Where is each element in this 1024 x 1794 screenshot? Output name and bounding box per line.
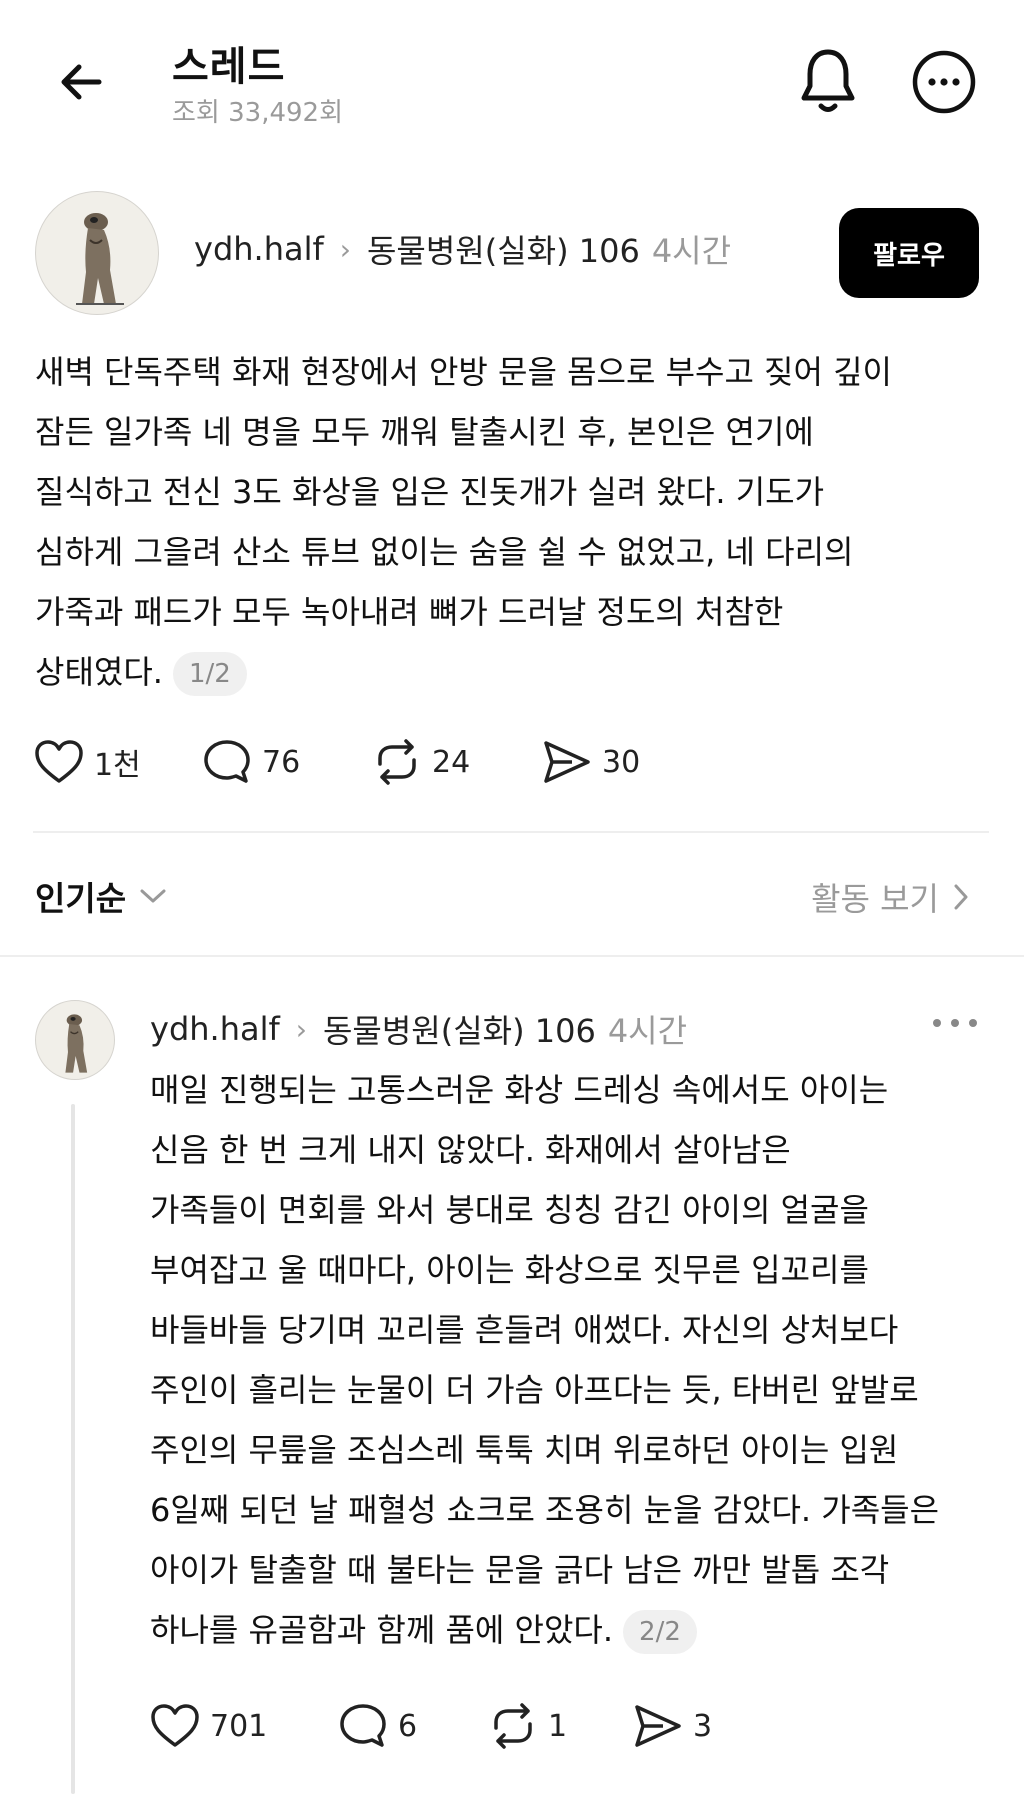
reply-line: 하나를 유골함과 함께 품에 안았다. 2/2: [150, 1600, 939, 1660]
post-line: 질식하고 전신 3도 화상을 입은 진돗개가 실려 왔다. 기도가: [35, 473, 825, 511]
share-button[interactable]: 3: [633, 1703, 712, 1749]
comment-count: 6: [398, 1708, 418, 1744]
chevron-right-icon: ›: [295, 1012, 307, 1046]
like-button[interactable]: 1천: [34, 739, 202, 785]
like-count: 1천: [94, 748, 141, 783]
follow-button[interactable]: 팔로우: [839, 208, 979, 298]
avatar[interactable]: [35, 1000, 115, 1080]
avatar[interactable]: [35, 191, 159, 315]
more-options-icon[interactable]: [912, 50, 976, 114]
thread-line: [71, 1104, 75, 1794]
divider: [0, 955, 1024, 957]
reply-line: 주인의 무릎을 조심스레 툭툭 치며 위로하던 아이는 입원: [150, 1431, 899, 1469]
share-count: 30: [602, 744, 641, 780]
repost-button[interactable]: 24: [372, 738, 542, 786]
topic-tag[interactable]: 동물병원(실화) 106: [323, 1006, 596, 1052]
post-meta: ydh.half › 동물병원(실화) 106 4시간: [194, 226, 731, 272]
back-arrow-icon[interactable]: [55, 52, 115, 112]
post-line: 새벽 단독주택 화재 현장에서 안방 문을 몸으로 부수고 짖어 깊이: [35, 353, 892, 391]
meerkat-avatar-icon: [65, 1014, 88, 1073]
reply-line: 신음 한 번 크게 내지 않았다. 화재에서 살아남은: [150, 1131, 791, 1169]
post-line: 잠든 일가족 네 명을 모두 깨워 탈출시킨 후, 본인은 연기에: [35, 413, 814, 451]
reply-body: 매일 진행되는 고통스러운 화상 드레싱 속에서도 아이는 신음 한 번 크게 …: [150, 1060, 939, 1660]
reply-line: 아이가 탈출할 때 불타는 문을 긁다 남은 까만 발톱 조각: [150, 1551, 890, 1589]
comment-button[interactable]: 76: [202, 738, 372, 786]
divider: [33, 831, 989, 833]
send-icon: [544, 741, 590, 783]
more-horizontal-icon[interactable]: [932, 1016, 978, 1030]
reply-line: 바들바들 당기며 꼬리를 흔들려 애썼다. 자신의 상처보다: [150, 1311, 899, 1349]
username[interactable]: ydh.half: [150, 1010, 280, 1048]
like-button[interactable]: 701: [150, 1703, 338, 1749]
sort-dropdown[interactable]: 인기순: [35, 872, 168, 920]
sort-label: 인기순: [35, 879, 127, 918]
post-line: 심하게 그을려 산소 튜브 없이는 숨을 쉴 수 없었고, 네 다리의: [35, 533, 854, 571]
reply-line: 부여잡고 울 때마다, 아이는 화상으로 짓무른 입꼬리를: [150, 1251, 869, 1289]
repost-count: 24: [432, 744, 471, 780]
page-indicator: 2/2: [623, 1610, 697, 1654]
reply-line: 가족들이 면회를 와서 붕대로 칭칭 감긴 아이의 얼굴을: [150, 1191, 869, 1229]
chevron-right-icon: [954, 884, 968, 910]
reply-meta: ydh.half › 동물병원(실화) 106 4시간: [150, 1006, 687, 1052]
username[interactable]: ydh.half: [194, 230, 324, 268]
chevron-down-icon: [140, 889, 166, 903]
chevron-right-icon: ›: [339, 232, 351, 266]
reply-actions: 701 6 1 3: [150, 1702, 712, 1750]
reply-line: 6일째 되던 날 패혈성 쇼크로 조용히 눈을 감았다. 가족들은: [150, 1491, 940, 1529]
comment-count: 76: [262, 744, 301, 780]
page-indicator: 1/2: [172, 652, 247, 696]
reply-line: 매일 진행되는 고통스러운 화상 드레싱 속에서도 아이는: [150, 1071, 889, 1109]
view-count: 조회 33,492회: [172, 98, 343, 128]
post-line: 가죽과 패드가 모두 녹아내려 뼈가 드러날 정도의 처참한: [35, 593, 784, 631]
share-button[interactable]: 30: [542, 739, 640, 785]
repost-icon: [378, 739, 416, 785]
page-title: 스레드: [172, 44, 286, 90]
bell-icon[interactable]: [796, 46, 860, 116]
repost-count: 1: [548, 1708, 568, 1744]
repost-icon: [494, 1703, 532, 1749]
activity-label: 활동 보기: [811, 880, 939, 918]
post-actions: 1천 76 24 30: [34, 738, 640, 786]
repost-button[interactable]: 1: [488, 1702, 633, 1750]
like-count: 701: [210, 1708, 268, 1744]
send-icon: [635, 1705, 681, 1747]
heart-icon: [35, 740, 83, 783]
share-count: 3: [693, 1708, 713, 1744]
comment-bubble-icon: [340, 1704, 386, 1747]
post-body: 새벽 단독주택 화재 현장에서 안방 문을 몸으로 부수고 짖어 깊이 잠든 일…: [35, 342, 892, 702]
timestamp: 4시간: [607, 1012, 688, 1050]
post-line: 상태였다. 1/2: [35, 642, 892, 702]
reply-line: 주인이 흘리는 눈물이 더 가슴 아프다는 듯, 타버린 앞발로: [150, 1371, 919, 1409]
topic-tag[interactable]: 동물병원(실화) 106: [367, 226, 640, 272]
view-activity-link[interactable]: 활동 보기: [811, 874, 969, 920]
meerkat-avatar-icon: [76, 213, 124, 305]
comment-bubble-icon: [204, 740, 250, 783]
heart-icon: [151, 1704, 199, 1747]
comment-button[interactable]: 6: [338, 1702, 488, 1750]
timestamp: 4시간: [651, 232, 732, 270]
